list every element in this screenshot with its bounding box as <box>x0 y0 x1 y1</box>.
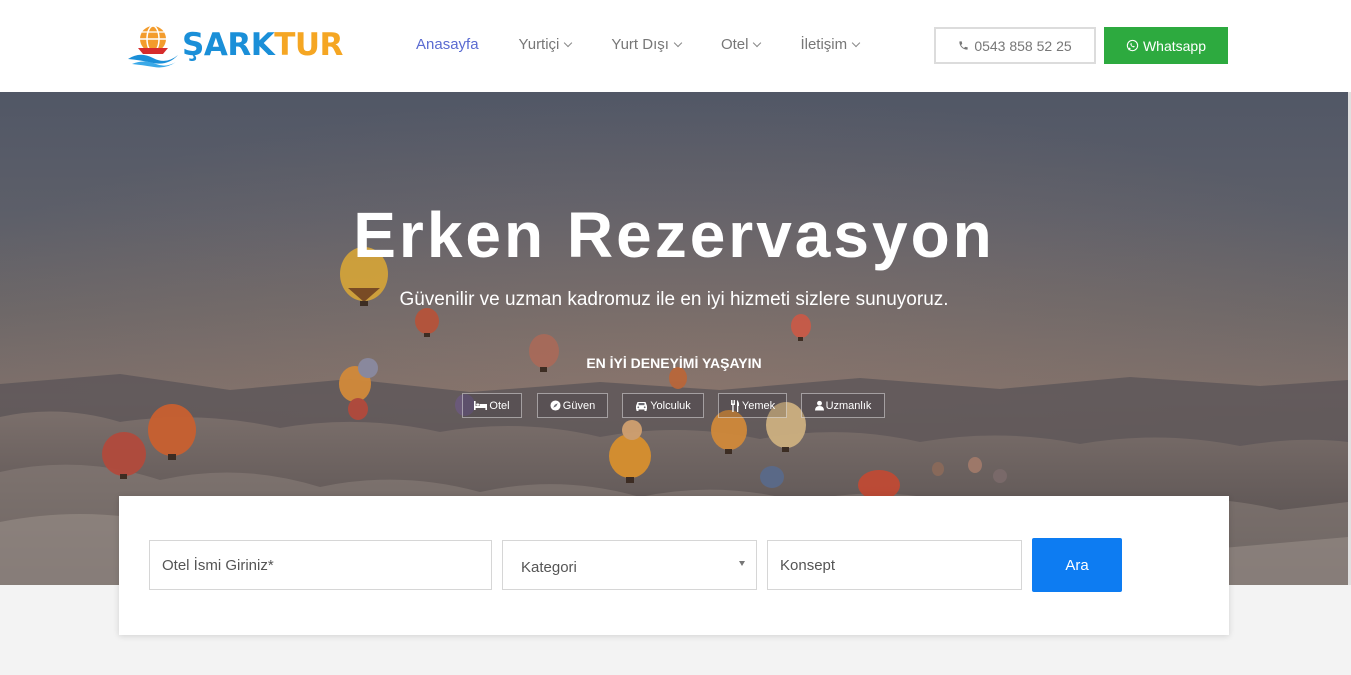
chevron-down-icon <box>564 38 573 47</box>
hero-subtitle: Güvenilir ve uzman kadromuz ile en iyi h… <box>399 289 949 310</box>
car-icon <box>636 401 648 411</box>
brand-logo[interactable]: ŞARKTUR <box>126 22 346 68</box>
nav-item-yurtici[interactable]: Yurtiçi <box>519 36 573 53</box>
chevron-down-icon <box>851 38 861 47</box>
chevron-down-icon <box>739 561 745 566</box>
whatsapp-icon <box>1126 39 1139 52</box>
chevron-down-icon <box>673 38 683 47</box>
chip-guven[interactable]: Güven <box>537 393 608 418</box>
main-nav: Anasayfa Yurtiçi Yurt Dışı Otel İletişim <box>416 36 899 53</box>
hero-tagline: EN İYİ DENEYİMİ YAŞAYIN <box>586 355 762 371</box>
phone-icon <box>959 41 968 50</box>
brand-name: ŞARKTUR <box>182 26 343 63</box>
chip-yolculuk[interactable]: Yolculuk <box>622 393 704 418</box>
chevron-down-icon <box>753 38 762 47</box>
chip-yemek[interactable]: Yemek <box>718 393 787 418</box>
phone-button[interactable]: 0543 858 52 25 <box>934 27 1096 64</box>
compass-icon <box>550 400 561 411</box>
whatsapp-button[interactable]: Whatsapp <box>1104 27 1228 64</box>
site-header: ŞARKTUR Anasayfa Yurtiçi Yurt Dışı Otel … <box>0 0 1351 92</box>
bed-icon <box>474 401 488 410</box>
concept-input[interactable]: Konsept <box>767 540 1022 590</box>
whatsapp-label: Whatsapp <box>1142 37 1207 54</box>
category-selected-value: Kategori <box>521 558 577 576</box>
hotel-name-placeholder: Otel İsmi Giriniz* <box>162 556 274 574</box>
nav-item-anasayfa[interactable]: Anasayfa <box>416 36 479 53</box>
hero-title: Erken Rezervasyon <box>353 199 995 271</box>
phone-number: 0543 858 52 25 <box>974 37 1072 54</box>
cutlery-icon <box>730 399 739 412</box>
concept-placeholder: Konsept <box>780 556 836 574</box>
globe-ship-logo-icon <box>128 25 178 68</box>
search-button[interactable]: Ara <box>1032 538 1122 592</box>
nav-item-iletisim[interactable]: İletişim <box>800 36 861 53</box>
hotel-name-input[interactable]: Otel İsmi Giriniz* <box>149 540 492 590</box>
chip-uzmanlik[interactable]: Uzmanlık <box>801 393 885 418</box>
search-card: Otel İsmi Giriniz* Kategori Konsept Ara <box>119 496 1229 635</box>
chip-otel[interactable]: Otel <box>462 393 522 418</box>
nav-item-otel[interactable]: Otel <box>721 36 762 53</box>
nav-item-yurt-disi[interactable]: Yurt Dışı <box>611 36 683 53</box>
user-icon <box>814 400 824 411</box>
category-select[interactable]: Kategori <box>502 540 757 590</box>
